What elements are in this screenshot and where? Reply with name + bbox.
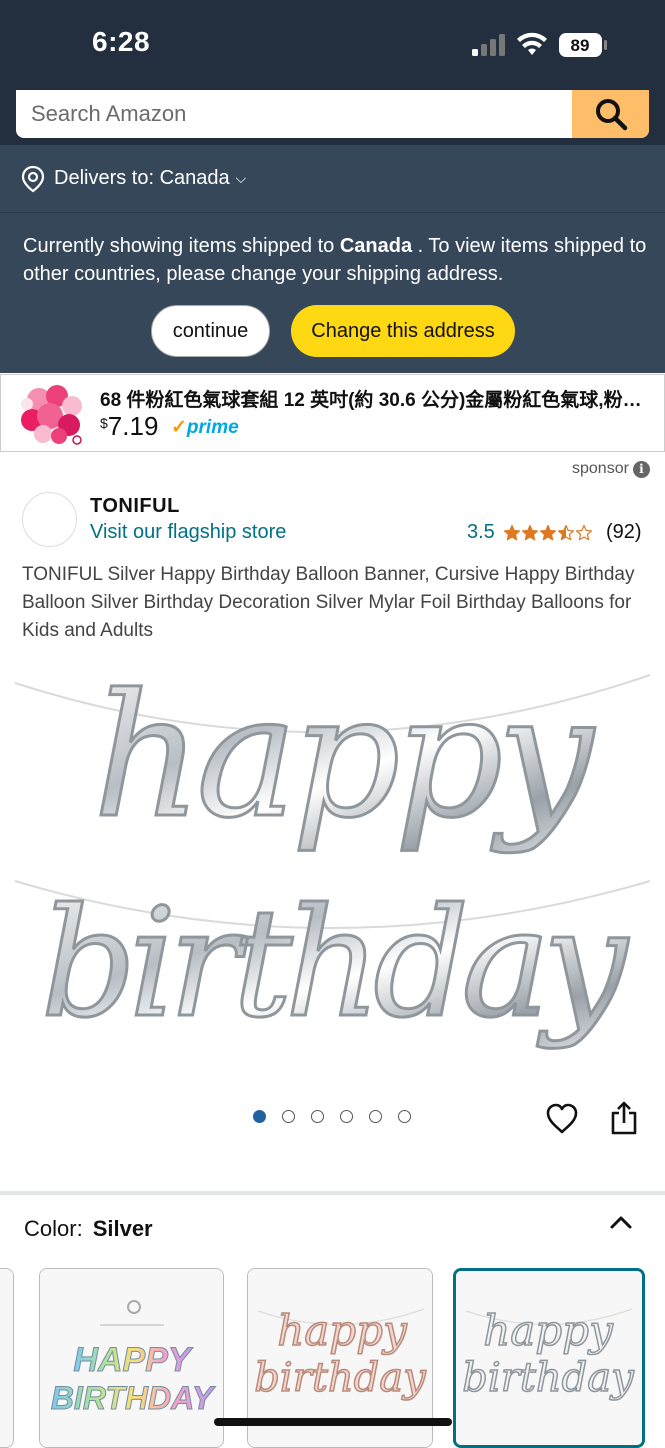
status-time: 6:28: [92, 26, 151, 57]
search-bar: [16, 90, 649, 138]
rating-value: 3.5: [467, 521, 495, 543]
cellular-signal-icon: [472, 34, 505, 56]
star-full-icon: [503, 524, 520, 540]
color-swatch-partial[interactable]: [0, 1268, 14, 1448]
product-image[interactable]: happy birthday: [0, 645, 665, 1075]
image-carousel-dots: [253, 1110, 411, 1123]
carousel-dot[interactable]: [340, 1110, 353, 1123]
star-rating: [503, 524, 593, 542]
delivery-location-button[interactable]: Delivers to: Canada ⌵: [0, 145, 665, 213]
carousel-dot[interactable]: [253, 1110, 266, 1123]
notice-country: Canada: [339, 235, 413, 257]
search-icon: [595, 99, 627, 131]
continue-button[interactable]: continue: [151, 305, 270, 357]
section-divider: [0, 1191, 665, 1195]
star-full-icon: [539, 524, 556, 540]
swatch-text-line2: birthday: [462, 1355, 635, 1401]
wifi-icon: [517, 32, 547, 55]
color-selector-label: Color: Silver: [24, 1216, 153, 1241]
battery-level: 89: [571, 36, 590, 55]
battery-icon: 89: [559, 33, 607, 57]
swatch-text-line2: birthday: [254, 1355, 427, 1401]
sponsored-product-title: 68 件粉紅色氣球套組 12 英吋(約 30.6 公分)金屬粉紅色氣球,粉紅色氣…: [100, 390, 660, 411]
swatch-text-line1: happy: [483, 1306, 614, 1355]
hero-text-happy: happy: [93, 658, 595, 856]
shipping-notice-text: Currently showing items shipped to Canad…: [23, 235, 647, 285]
brand-name: TONIFUL: [90, 495, 180, 517]
delivery-label: Delivers to: Canada: [54, 167, 230, 189]
sponsored-product-banner[interactable]: 68 件粉紅色氣球套組 12 英吋(約 30.6 公分)金屬粉紅色氣球,粉紅色氣…: [0, 374, 665, 452]
search-input[interactable]: [16, 90, 572, 138]
star-empty-icon: [575, 524, 592, 540]
location-pin-icon: [21, 165, 45, 192]
sponsored-product-price: $7.19: [100, 411, 159, 441]
status-bar: 6:28 89: [0, 0, 665, 90]
pink-balloons-thumbnail: [21, 385, 82, 445]
rating-summary[interactable]: 3.5: [467, 521, 593, 544]
chevron-down-icon: ⌵: [235, 170, 247, 186]
swatch-text-line1: HAPPY: [73, 1341, 193, 1379]
info-icon: i: [632, 460, 650, 478]
review-count[interactable]: (92): [606, 521, 642, 544]
color-swatch-rainbow[interactable]: HAPPY BIRTHDAY: [39, 1268, 224, 1448]
swatch-image-silver: happy birthday: [456, 1271, 642, 1445]
chevron-up-icon[interactable]: [608, 1212, 634, 1232]
heart-icon[interactable]: [545, 1103, 579, 1135]
search-button[interactable]: [572, 90, 649, 138]
prime-check-icon: ✓: [171, 417, 187, 438]
swatch-text-line2: BIRTHDAY: [51, 1380, 216, 1416]
carousel-dot[interactable]: [311, 1110, 324, 1123]
sponsor-label[interactable]: sponsor i: [572, 460, 650, 478]
search-area: [0, 90, 665, 145]
product-title: TONIFUL Silver Happy Birthday Balloon Ba…: [22, 564, 635, 641]
prime-badge: ✓prime: [171, 417, 239, 438]
brand-logo[interactable]: [22, 492, 77, 547]
carousel-dot[interactable]: [398, 1110, 411, 1123]
carousel-dot[interactable]: [282, 1110, 295, 1123]
swatch-text-line1: happy: [277, 1306, 408, 1355]
swatch-image-rainbow: HAPPY BIRTHDAY: [40, 1269, 223, 1447]
color-swatch-silver[interactable]: happy birthday: [453, 1268, 645, 1448]
selected-color: Silver: [92, 1216, 153, 1241]
carousel-dot[interactable]: [369, 1110, 382, 1123]
star-full-icon: [521, 524, 538, 540]
star-half-icon: [557, 524, 574, 540]
share-icon[interactable]: [610, 1101, 638, 1135]
hero-text-birthday: birthday: [41, 877, 630, 1051]
change-address-button[interactable]: Change this address: [291, 305, 515, 357]
flagship-store-link[interactable]: Visit our flagship store: [90, 521, 286, 544]
home-indicator[interactable]: [214, 1418, 452, 1426]
